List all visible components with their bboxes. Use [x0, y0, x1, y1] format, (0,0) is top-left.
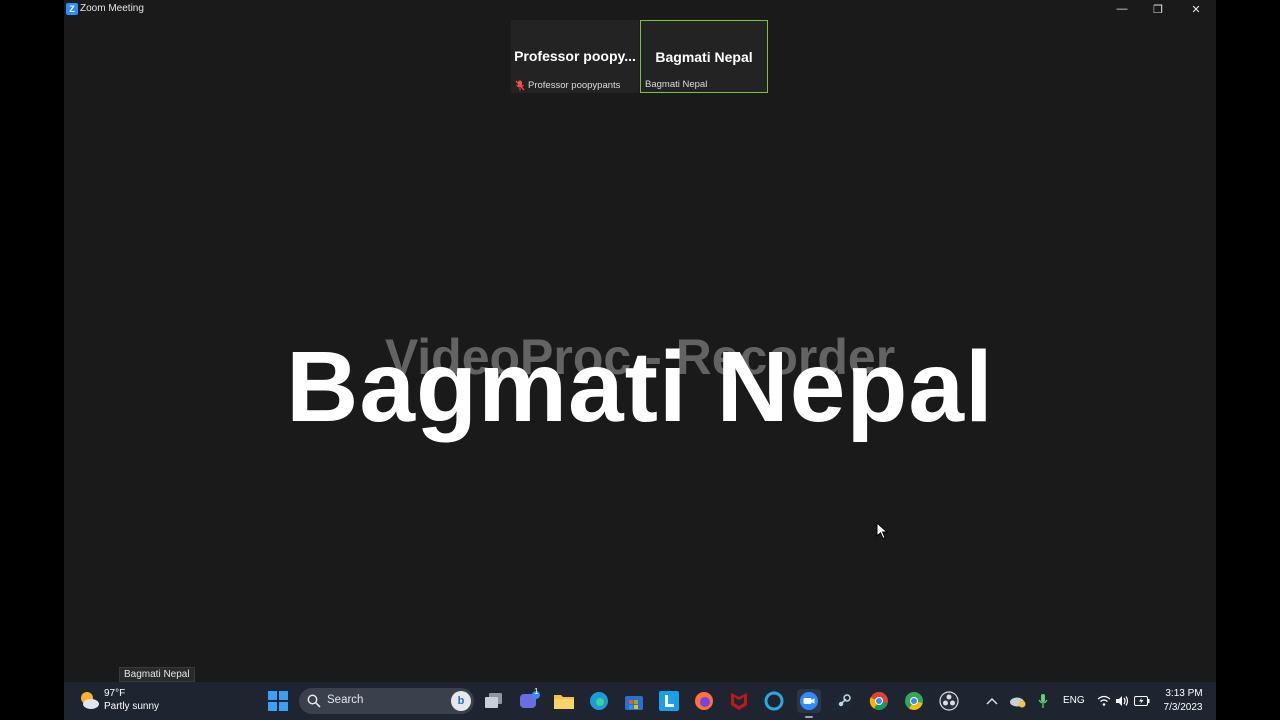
partly-sunny-icon[interactable] [78, 690, 100, 710]
chrome-canary-icon[interactable] [902, 689, 926, 713]
onedrive-icon[interactable] [1006, 689, 1030, 713]
participant-name-label: Professor poopypants [515, 80, 620, 91]
clock-time[interactable]: 3:13 PM [1164, 688, 1204, 699]
steam-icon[interactable] [832, 689, 856, 713]
input-language[interactable]: ENG [1063, 695, 1085, 706]
title-bar[interactable]: Z Zoom Meeting — ❐ ✕ [64, 0, 1216, 18]
file-explorer-icon[interactable] [552, 689, 576, 713]
l-app-icon[interactable] [657, 689, 681, 713]
teams-chat-icon[interactable]: 1 [518, 687, 542, 713]
letterbox-left [0, 0, 64, 720]
close-button[interactable]: ✕ [1178, 0, 1214, 18]
microsoft-store-icon[interactable] [622, 689, 646, 713]
cortana-icon[interactable] [762, 689, 786, 713]
participant-display-name: Bagmati Nepal [655, 49, 753, 65]
zoom-app-icon: Z [66, 3, 78, 15]
zoom-meeting-window: Z Zoom Meeting — ❐ ✕ Professor poopy... … [64, 0, 1216, 682]
search-icon [307, 694, 321, 708]
task-view-icon[interactable] [482, 689, 506, 713]
participant-name-label: Bagmati Nepal [645, 79, 707, 90]
clock-date[interactable]: 7/3/2023 [1158, 702, 1208, 713]
search-placeholder: Search [327, 694, 364, 706]
mcafee-icon[interactable] [727, 689, 751, 713]
participant-label-text: Professor poopypants [528, 80, 621, 91]
participant-tile[interactable]: Professor poopy... Professor poopypants [511, 20, 639, 93]
participant-tile-active-speaker[interactable]: Bagmati Nepal Bagmati Nepal [640, 20, 768, 93]
bing-icon[interactable]: b [451, 691, 471, 711]
active-speaker-name: Bagmati Nepal [286, 331, 994, 443]
battery-icon[interactable] [1130, 689, 1154, 713]
firefox-icon[interactable] [692, 689, 716, 713]
edge-icon[interactable] [587, 689, 611, 713]
zoom-icon[interactable] [797, 689, 821, 718]
chat-badge-count: 1 [534, 687, 539, 696]
chrome-icon[interactable] [867, 689, 891, 713]
participant-display-name: Professor poopy... [514, 48, 636, 64]
davinci-resolve-icon[interactable] [937, 689, 961, 713]
hover-tooltip: Bagmati Nepal [119, 667, 195, 682]
window-title: Zoom Meeting [80, 3, 144, 14]
weather-temperature[interactable]: 97°F [104, 688, 125, 699]
participant-label-text: Bagmati Nepal [645, 79, 708, 90]
restore-button[interactable]: ❐ [1140, 0, 1176, 18]
weather-condition[interactable]: Partly sunny [104, 701, 159, 712]
windows-taskbar: 97°F Partly sunny Search b 1 ENG 3:13 PM… [64, 682, 1216, 720]
letterbox-right [1216, 0, 1280, 720]
microphone-icon[interactable] [1031, 689, 1055, 713]
mouse-pointer-icon [876, 522, 889, 540]
show-hidden-icons-chevron-icon[interactable] [980, 689, 1004, 713]
microphone-muted-icon [515, 80, 525, 91]
minimize-button[interactable]: — [1104, 0, 1140, 18]
active-app-indicator [805, 716, 813, 718]
search-box[interactable]: Search b [299, 688, 474, 714]
start-icon[interactable] [266, 689, 290, 713]
